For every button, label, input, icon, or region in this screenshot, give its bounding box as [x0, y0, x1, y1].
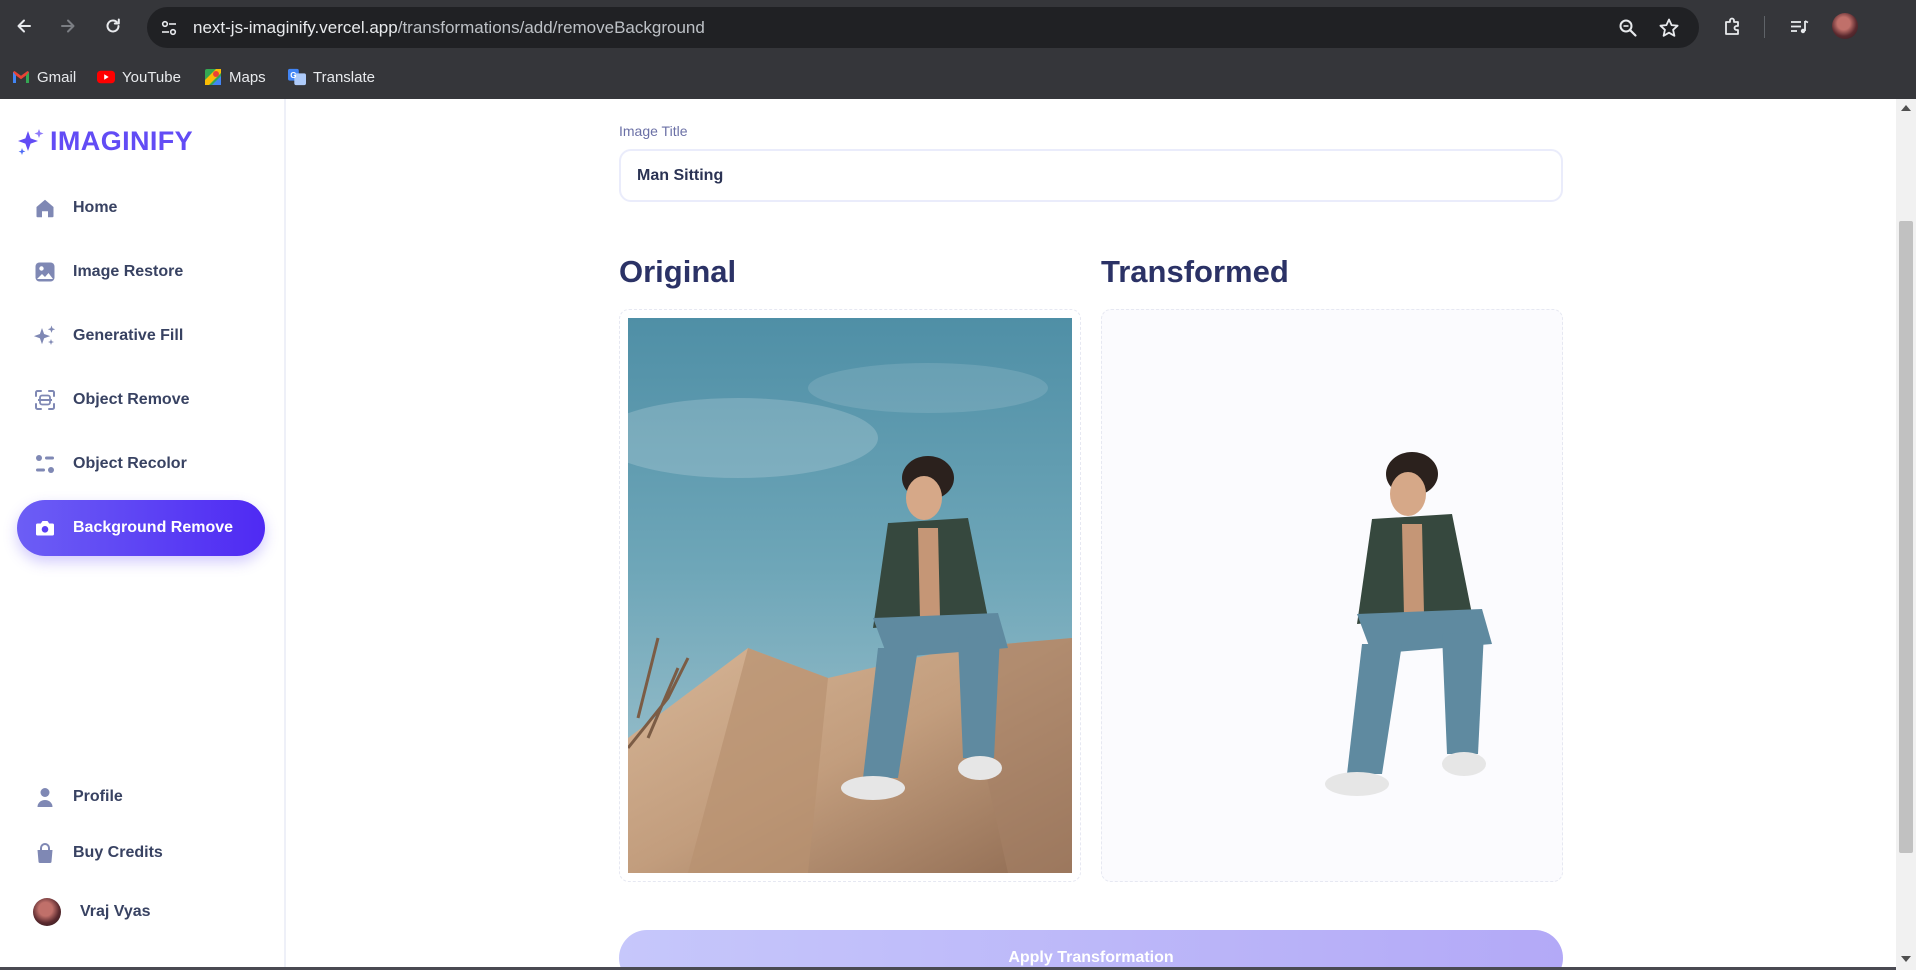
photo-illustration — [628, 318, 1072, 873]
sidebar-item-background-remove[interactable]: Background Remove — [17, 500, 265, 556]
sidebar-item-label: Object Recolor — [73, 455, 187, 472]
sidebar-item-label: Background Remove — [73, 519, 234, 536]
camera-icon — [33, 516, 57, 540]
image-title-label: Image Title — [619, 123, 688, 139]
url-text[interactable]: next-js-imaginify.vercel.app/transformat… — [193, 7, 705, 48]
tune-icon — [161, 20, 177, 36]
url-path: /transformations/add/removeBackground — [397, 18, 705, 37]
image-title-input[interactable] — [619, 149, 1563, 202]
scroll-up-arrow-icon[interactable] — [1901, 105, 1911, 111]
forward-button[interactable] — [53, 11, 83, 41]
sidebar-item-home[interactable]: Home — [17, 180, 265, 236]
sidebar-item-buy-credits[interactable]: Buy Credits — [17, 825, 265, 881]
main-content: Image Title Original Transformed — [288, 99, 1896, 970]
profile-icon — [33, 785, 57, 809]
bookmark-label: Maps — [229, 68, 266, 86]
logo-sparkle-icon — [18, 128, 44, 155]
maps-icon — [204, 68, 222, 86]
forward-arrow-icon — [61, 19, 75, 33]
transformed-cutout-photo — [1262, 444, 1522, 804]
star-icon — [1659, 18, 1679, 37]
page-scrollbar[interactable] — [1896, 99, 1916, 970]
sidebar-item-object-remove[interactable]: Object Remove — [17, 372, 265, 428]
cutout-illustration — [1325, 452, 1492, 796]
bag-icon — [33, 841, 57, 865]
user-name: Vraj Vyas — [80, 903, 151, 920]
sidebar-item-profile[interactable]: Profile — [17, 769, 265, 825]
address-bar[interactable]: next-js-imaginify.vercel.app/transformat… — [147, 7, 1699, 48]
reload-button[interactable] — [98, 11, 128, 41]
sidebar-item-label: Buy Credits — [73, 844, 163, 861]
extensions-button[interactable] — [1720, 14, 1746, 40]
browser-profile-avatar[interactable] — [1832, 13, 1858, 39]
sidebar: IMAGINIFY Home Image Restore Generative … — [0, 99, 286, 970]
bookmark-label: Gmail — [37, 68, 77, 86]
sidebar-item-image-restore[interactable]: Image Restore — [17, 244, 265, 300]
transformed-heading: Transformed — [1101, 254, 1289, 289]
bookmark-translate[interactable]: G Translate — [288, 63, 375, 91]
sidebar-user[interactable]: Vraj Vyas — [24, 884, 272, 940]
logo-text: IMAGINIFY — [50, 126, 194, 156]
bookmark-youtube[interactable]: YouTube — [97, 63, 181, 91]
url-host: next-js-imaginify.vercel.app — [193, 18, 398, 37]
sidebar-item-object-recolor[interactable]: Object Recolor — [17, 436, 265, 492]
sidebar-item-label: Generative Fill — [73, 327, 184, 344]
app-logo[interactable]: IMAGINIFY — [16, 126, 193, 157]
browser-chrome: next-js-imaginify.vercel.app/transformat… — [0, 0, 1916, 99]
sparkles-icon — [33, 324, 57, 348]
transformed-image-card[interactable] — [1101, 309, 1563, 882]
scan-icon — [33, 388, 57, 412]
youtube-icon — [97, 68, 115, 86]
bookmark-star-button[interactable] — [1657, 16, 1681, 40]
translate-icon: G — [288, 68, 306, 86]
home-icon — [33, 196, 57, 220]
playlist-icon — [1791, 20, 1809, 34]
puzzle-icon — [1725, 17, 1739, 35]
scrollbar-thumb[interactable] — [1899, 221, 1913, 853]
bookmarks-bar: Gmail YouTube Maps G Translate — [0, 54, 1916, 99]
reload-icon — [106, 18, 120, 33]
back-button[interactable] — [9, 11, 39, 41]
bookmark-label: Translate — [313, 68, 375, 86]
gmail-icon — [12, 68, 30, 86]
image-icon — [33, 260, 57, 284]
sidebar-item-label: Profile — [73, 788, 123, 805]
scroll-down-arrow-icon[interactable] — [1901, 956, 1911, 962]
sidebar-item-label: Object Remove — [73, 391, 190, 408]
bookmark-maps[interactable]: Maps — [204, 63, 266, 91]
sidebar-item-label: Home — [73, 199, 118, 216]
sidebar-item-generative-fill[interactable]: Generative Fill — [17, 308, 265, 364]
original-photo — [628, 318, 1072, 873]
bookmark-gmail[interactable]: Gmail — [12, 63, 76, 91]
bookmark-label: YouTube — [122, 68, 181, 86]
svg-text:G: G — [290, 71, 296, 80]
zoom-icon — [1619, 19, 1637, 37]
toolbar-separator — [1764, 16, 1765, 38]
sidebar-item-label: Image Restore — [73, 263, 184, 280]
media-controls-button[interactable] — [1786, 14, 1812, 40]
filter-icon — [33, 452, 57, 476]
original-heading: Original — [619, 254, 737, 289]
zoom-button[interactable] — [1616, 16, 1640, 40]
site-info-button[interactable] — [156, 15, 182, 41]
back-arrow-icon — [17, 19, 31, 33]
browser-toolbar: next-js-imaginify.vercel.app/transformat… — [0, 0, 1916, 54]
original-image-card[interactable] — [619, 309, 1081, 882]
apply-transformation-button[interactable]: Apply Transformation — [619, 930, 1563, 970]
